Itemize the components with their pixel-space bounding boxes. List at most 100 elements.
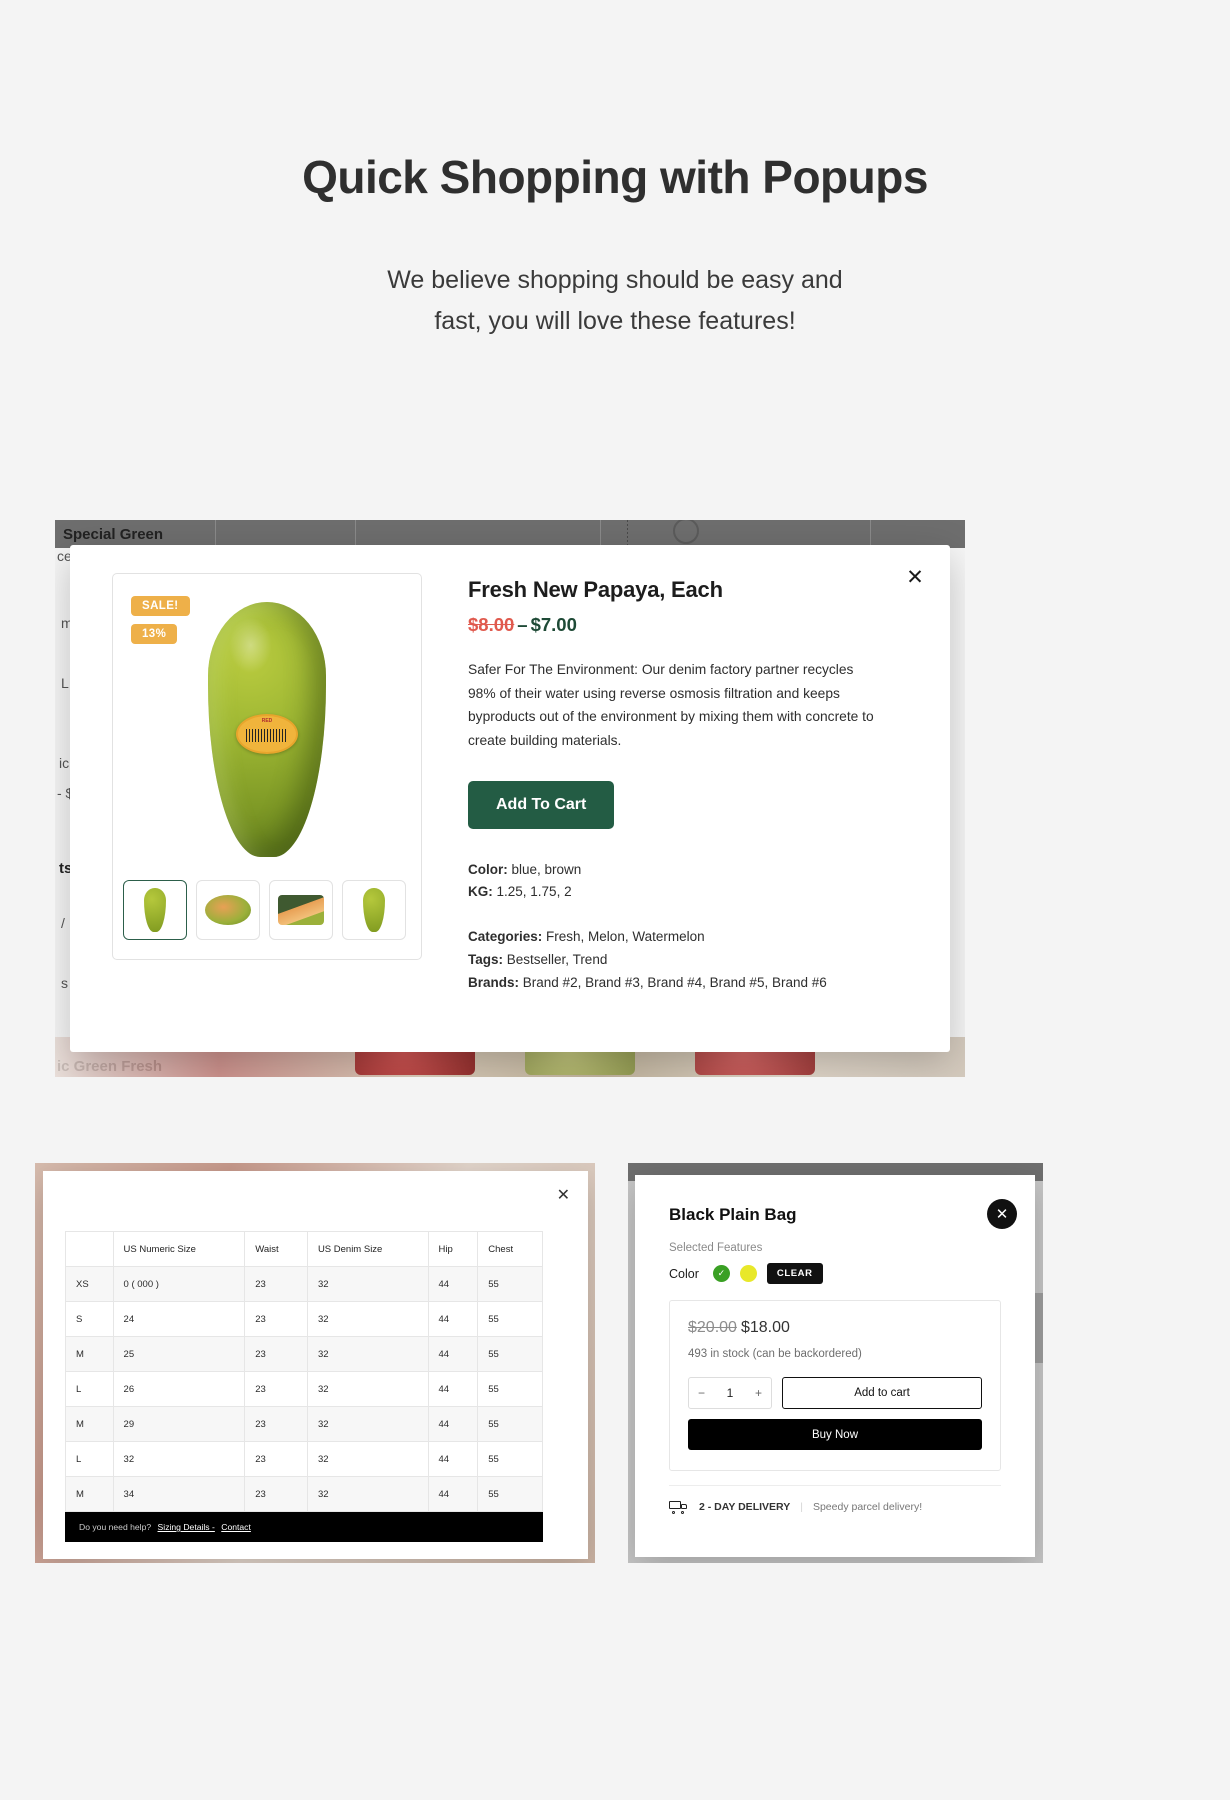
table-cell: 32 <box>306 1266 429 1302</box>
product-gallery: SALE! 13% RED <box>112 573 422 960</box>
table-cell: 24 <box>112 1301 246 1337</box>
table-cell: L <box>65 1371 114 1407</box>
delivery-note: Speedy parcel delivery! <box>812 1501 923 1513</box>
green-swatch[interactable]: ✓ <box>712 1265 730 1282</box>
quick-view-modal: ✕ SALE! 13% RED Fresh New Papaya, Each $… <box>70 545 950 1052</box>
table-cell: 55 <box>477 1476 543 1512</box>
thumbnail-papaya-side[interactable] <box>342 880 406 940</box>
close-icon[interactable]: ✕ <box>557 1185 570 1205</box>
table-cell: M <box>65 1406 114 1442</box>
table-cell: 55 <box>477 1371 543 1407</box>
buy-now-button[interactable]: Buy Now <box>688 1419 982 1450</box>
table-row: XS 0 ( 000 ) 23 32 44 55 <box>65 1266 543 1302</box>
attribute-kg-label: KG: <box>468 883 493 899</box>
size-chart-table: US Numeric Size Waist US Denim Size Hip Ches… <box>65 1231 543 1512</box>
bag-popup-modal: ✕ Black Plain Bag Selected Features Colo… <box>635 1175 1035 1557</box>
attribute-color: Color: blue, brown <box>468 859 916 881</box>
table-cell: 23 <box>244 1406 308 1442</box>
size-chart-showcase: ✕ US Numeric Size Waist US Denim Size Hip Ch… <box>35 1163 595 1563</box>
add-to-cart-button[interactable]: Add to cart <box>782 1377 982 1409</box>
quantity-value[interactable]: 1 <box>727 1386 734 1400</box>
close-icon[interactable]: ✕ <box>987 1199 1017 1229</box>
delivery-title: 2 - DAY DELIVERY <box>699 1501 791 1513</box>
column-header-0 <box>65 1231 114 1267</box>
add-to-cart-button[interactable]: Add To Cart <box>468 780 615 829</box>
thumbnail-whole-papaya[interactable] <box>123 880 187 940</box>
table-cell: 29 <box>112 1406 246 1442</box>
size-chart-modal: ✕ US Numeric Size Waist US Denim Size Hip Ch… <box>43 1171 588 1559</box>
table-cell: 32 <box>306 1406 429 1442</box>
clear-button[interactable]: CLEAR <box>766 1263 823 1284</box>
table-cell: 23 <box>244 1371 308 1407</box>
table-cell: 44 <box>427 1371 479 1407</box>
meta-tags: Tags: Bestseller, Trend <box>468 948 916 971</box>
discount-badge: 13% <box>131 624 178 644</box>
table-cell: 23 <box>244 1301 308 1337</box>
table-cell: 44 <box>427 1336 479 1372</box>
table-cell: L <box>65 1441 114 1477</box>
column-header-2: Waist <box>244 1231 308 1267</box>
background-text-3: L <box>61 675 69 691</box>
background-text-4: ic <box>59 755 70 771</box>
background-circle-icon <box>673 520 699 544</box>
yellow-swatch[interactable] <box>739 1265 757 1282</box>
table-cell: 32 <box>306 1371 429 1407</box>
meta-brands-label: Brands: <box>468 975 520 991</box>
table-cell: 26 <box>112 1371 246 1407</box>
meta-brands: Brands: Brand #2, Brand #3, Brand #4, Br… <box>468 971 916 994</box>
sizing-details-link[interactable]: Sizing Details - <box>158 1522 215 1532</box>
old-price: $8.00 <box>468 614 515 635</box>
table-cell: 23 <box>244 1476 308 1512</box>
hero-section: Quick Shopping with Popups We believe sh… <box>0 0 1230 341</box>
cart-controls: − 1 + Add to cart <box>688 1377 982 1409</box>
product-info: Fresh New Papaya, Each $8.00– $7.00 Safer… <box>468 573 916 994</box>
table-cell: 23 <box>244 1336 308 1372</box>
selected-features-label: Selected Features <box>669 1242 763 1254</box>
meta-categories-value[interactable]: Fresh, Melon, Watermelon <box>546 929 705 944</box>
table-cell: 55 <box>477 1441 543 1477</box>
table-cell: 32 <box>306 1476 429 1512</box>
contact-link[interactable]: Contact <box>221 1522 251 1532</box>
table-cell: 32 <box>306 1301 429 1337</box>
column-header-3: US Denim Size <box>306 1231 429 1267</box>
table-cell: 55 <box>477 1406 543 1442</box>
truck-icon <box>669 1500 689 1514</box>
buy-box: $20.00 $18.00 493 in stock (can be backor… <box>669 1300 1001 1471</box>
table-cell: 23 <box>244 1441 308 1477</box>
background-topbar <box>55 520 965 548</box>
subtitle-line-1: We believe shopping should be easy and <box>387 266 843 294</box>
table-cell: 23 <box>244 1266 308 1302</box>
color-selection-row: Color ✓ CLEAR <box>669 1263 1001 1284</box>
thumbnail-papaya-on-board[interactable] <box>269 880 333 940</box>
delivery-divider: | <box>800 1501 803 1513</box>
meta-brands-value[interactable]: Brand #2, Brand #3, Brand #4, Brand #5, … <box>523 975 827 990</box>
product-description: Safer For The Environment: Our denim fac… <box>468 662 874 749</box>
table-cell: 44 <box>427 1301 479 1337</box>
help-text: Do you need help? <box>79 1522 152 1532</box>
quantity-stepper[interactable]: − 1 + <box>688 1377 772 1409</box>
column-header-5: Chest <box>477 1231 543 1267</box>
table-row: M 25 23 32 44 55 <box>65 1336 543 1372</box>
attribute-kg: KG: 1.25, 1.75, 2 <box>468 881 916 903</box>
attribute-kg-value: 1.25, 1.75, 2 <box>496 883 572 899</box>
table-row: S 24 23 32 44 55 <box>65 1301 543 1337</box>
price-separator: – <box>517 614 528 635</box>
table-row: M 34 23 32 44 55 <box>65 1476 543 1512</box>
meta-tags-label: Tags: <box>468 951 504 967</box>
meta-categories: Categories: Fresh, Melon, Watermelon <box>468 925 916 948</box>
table-cell: S <box>65 1301 114 1337</box>
quantity-increment[interactable]: + <box>755 1386 762 1400</box>
meta-tags-value[interactable]: Bestseller, Trend <box>507 952 608 967</box>
thumbnail-cut-papaya[interactable] <box>196 880 260 940</box>
bag-new-price: $18.00 <box>740 1319 790 1336</box>
column-header-1: US Numeric Size <box>112 1231 246 1267</box>
subtitle-line-2: fast, you will love these features! <box>434 306 796 335</box>
table-cell: 0 ( 000 ) <box>112 1266 246 1302</box>
quantity-decrement[interactable]: − <box>698 1386 705 1400</box>
close-icon[interactable]: ✕ <box>902 565 928 591</box>
table-cell: 32 <box>306 1336 429 1372</box>
table-row: L 26 23 32 44 55 <box>65 1371 543 1407</box>
product-price: $8.00– $7.00 <box>468 614 916 636</box>
background-text-0: Special Green <box>63 526 164 543</box>
bag-popup-showcase: ✕ Black Plain Bag Selected Features Colo… <box>628 1163 1043 1563</box>
